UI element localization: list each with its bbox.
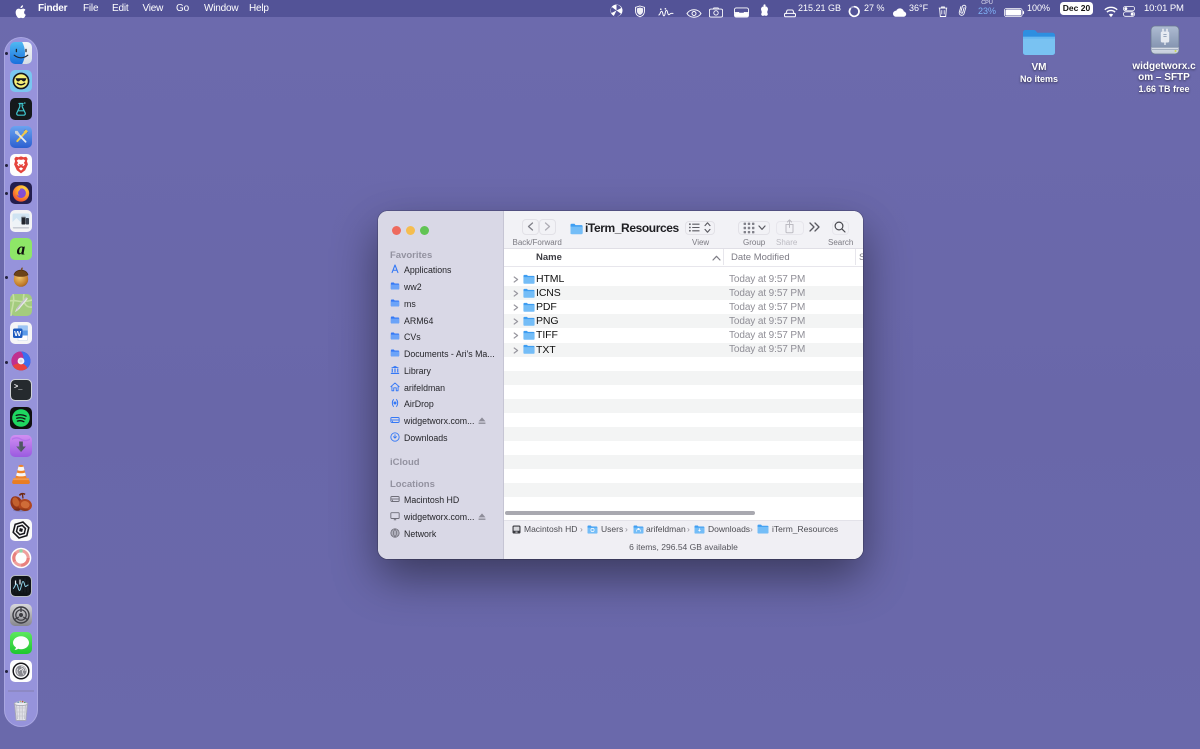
svg-text:W: W [14,329,22,338]
svg-text:>_: >_ [14,384,23,392]
svg-text:a: a [17,240,26,259]
